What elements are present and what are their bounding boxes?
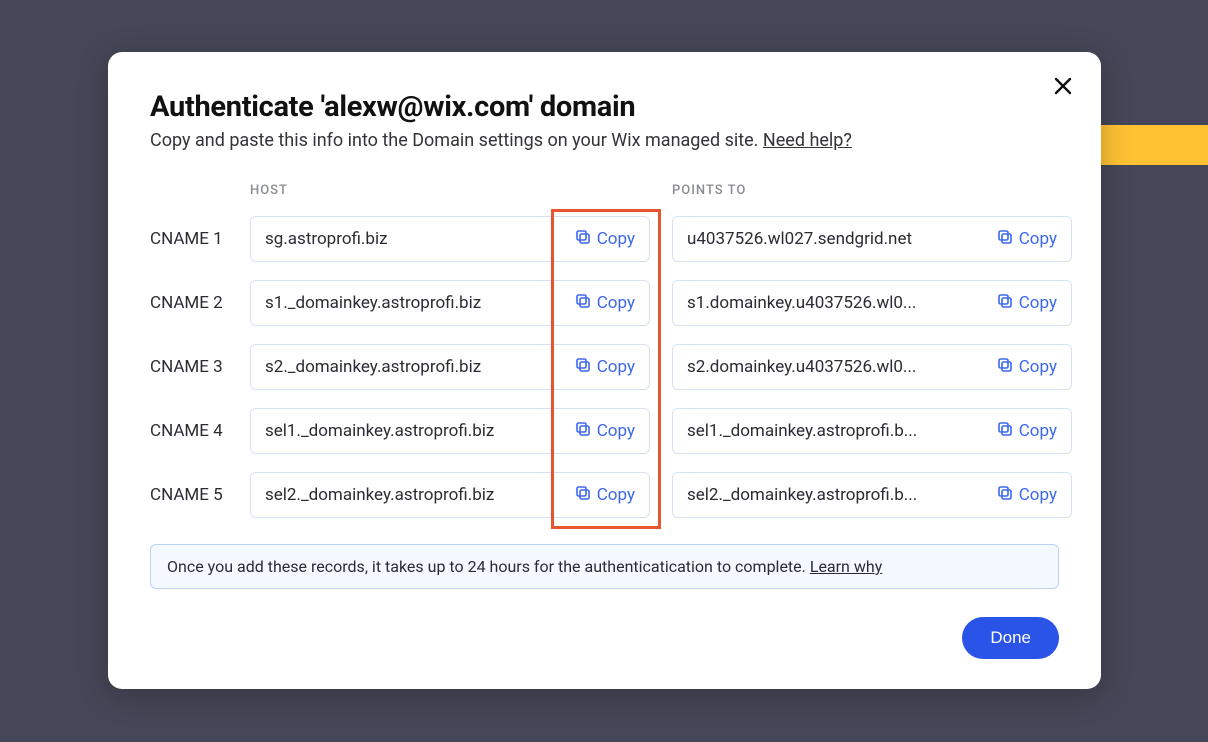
host-field: sel1._domainkey.astroprofi.biz Copy xyxy=(250,408,650,454)
host-field: s1._domainkey.astroprofi.biz Copy xyxy=(250,280,650,326)
host-value: sg.astroprofi.biz xyxy=(265,229,565,249)
host-field: sel2._domainkey.astroprofi.biz Copy xyxy=(250,472,650,518)
host-value: sel2._domainkey.astroprofi.biz xyxy=(265,485,565,505)
points-to-field: u4037526.wl027.sendgrid.net Copy xyxy=(672,216,1072,262)
copy-label: Copy xyxy=(1019,485,1057,505)
row-label: CNAME 3 xyxy=(150,357,250,377)
points-to-value: s1.domainkey.u4037526.wl0... xyxy=(687,293,987,313)
copy-host-button[interactable]: Copy xyxy=(565,357,635,378)
copy-points-to-button[interactable]: Copy xyxy=(987,293,1057,314)
host-field: s2._domainkey.astroprofi.biz Copy xyxy=(250,344,650,390)
copy-label: Copy xyxy=(1019,357,1057,377)
copy-icon xyxy=(575,357,591,378)
row-label: CNAME 1 xyxy=(150,229,250,249)
close-icon xyxy=(1053,76,1073,100)
info-bar: Once you add these records, it takes up … xyxy=(150,544,1059,589)
points-to-value: sel1._domainkey.astroprofi.b... xyxy=(687,421,987,441)
row-label: CNAME 5 xyxy=(150,485,250,505)
need-help-link[interactable]: Need help? xyxy=(763,130,852,151)
copy-label: Copy xyxy=(597,485,635,505)
copy-icon xyxy=(575,229,591,250)
copy-host-button[interactable]: Copy xyxy=(565,229,635,250)
learn-why-link[interactable]: Learn why xyxy=(810,557,882,576)
close-button[interactable] xyxy=(1049,74,1077,102)
copy-points-to-button[interactable]: Copy xyxy=(987,421,1057,442)
points-to-value: sel2._domainkey.astroprofi.b... xyxy=(687,485,987,505)
host-value: s2._domainkey.astroprofi.biz xyxy=(265,357,565,377)
copy-icon xyxy=(575,293,591,314)
copy-icon xyxy=(997,229,1013,250)
copy-label: Copy xyxy=(597,421,635,441)
copy-points-to-button[interactable]: Copy xyxy=(987,485,1057,506)
copy-host-button[interactable]: Copy xyxy=(565,421,635,442)
copy-label: Copy xyxy=(1019,421,1057,441)
copy-label: Copy xyxy=(597,357,635,377)
done-button[interactable]: Done xyxy=(962,617,1059,659)
points-to-field: s2.domainkey.u4037526.wl0... Copy xyxy=(672,344,1072,390)
copy-icon xyxy=(997,421,1013,442)
modal-footer: Done xyxy=(150,617,1059,659)
modal-subtitle: Copy and paste this info into the Domain… xyxy=(150,130,1059,151)
copy-points-to-button[interactable]: Copy xyxy=(987,357,1057,378)
copy-icon xyxy=(997,293,1013,314)
row-label: CNAME 4 xyxy=(150,421,250,441)
records-grid: HOST POINTS TO CNAME 1 sg.astroprofi.biz… xyxy=(150,183,1059,518)
column-header-host: HOST xyxy=(250,183,650,198)
info-text: Once you add these records, it takes up … xyxy=(167,557,810,576)
copy-label: Copy xyxy=(597,229,635,249)
copy-host-button[interactable]: Copy xyxy=(565,485,635,506)
points-to-value: u4037526.wl027.sendgrid.net xyxy=(687,229,987,249)
copy-icon xyxy=(997,485,1013,506)
host-value: sel1._domainkey.astroprofi.biz xyxy=(265,421,565,441)
copy-label: Copy xyxy=(1019,293,1057,313)
copy-icon xyxy=(997,357,1013,378)
copy-label: Copy xyxy=(1019,229,1057,249)
copy-host-button[interactable]: Copy xyxy=(565,293,635,314)
host-value: s1._domainkey.astroprofi.biz xyxy=(265,293,565,313)
subtitle-text: Copy and paste this info into the Domain… xyxy=(150,130,763,151)
points-to-field: s1.domainkey.u4037526.wl0... Copy xyxy=(672,280,1072,326)
host-field: sg.astroprofi.biz Copy xyxy=(250,216,650,262)
copy-icon xyxy=(575,485,591,506)
column-header-points-to: POINTS TO xyxy=(672,183,1072,198)
modal-title: Authenticate 'alexw@wix.com' domain xyxy=(150,90,1059,124)
authenticate-domain-modal: Authenticate 'alexw@wix.com' domain Copy… xyxy=(108,52,1101,689)
row-label: CNAME 2 xyxy=(150,293,250,313)
points-to-field: sel1._domainkey.astroprofi.b... Copy xyxy=(672,408,1072,454)
points-to-field: sel2._domainkey.astroprofi.b... Copy xyxy=(672,472,1072,518)
points-to-value: s2.domainkey.u4037526.wl0... xyxy=(687,357,987,377)
copy-icon xyxy=(575,421,591,442)
background-accent xyxy=(1098,125,1208,165)
copy-points-to-button[interactable]: Copy xyxy=(987,229,1057,250)
copy-label: Copy xyxy=(597,293,635,313)
